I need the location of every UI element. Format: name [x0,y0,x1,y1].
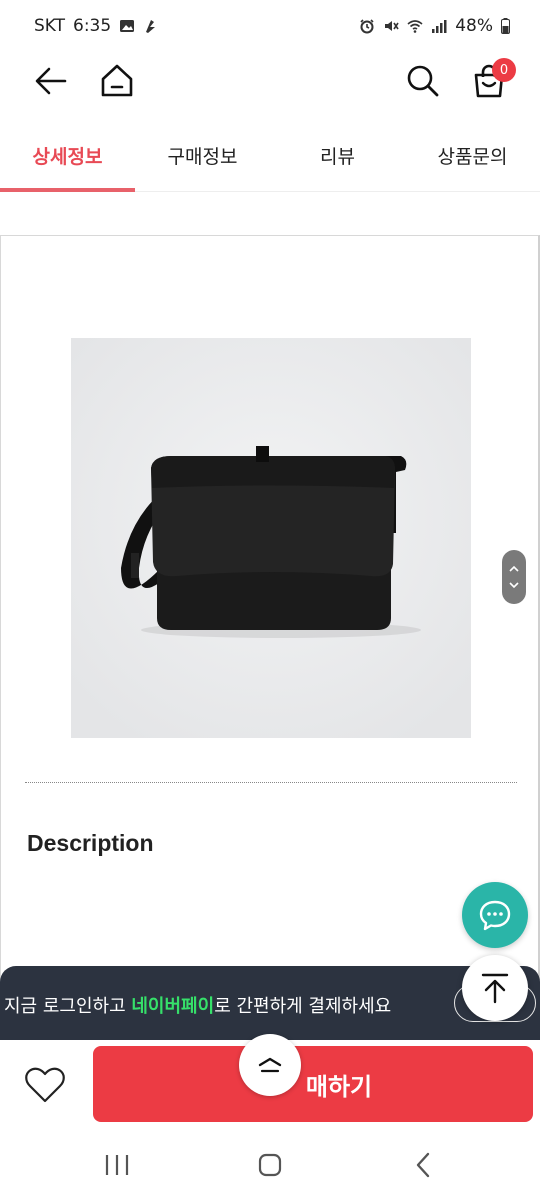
cart-count-badge: 0 [492,58,516,82]
app-notification-icon [146,20,156,33]
system-home-button[interactable] [240,1135,300,1195]
description-heading: Description [27,830,154,856]
product-detail-panel: Description [0,235,540,995]
gallery-notification-icon [120,20,135,32]
wifi-icon [407,20,423,33]
chevron-up-icon [258,1057,282,1073]
banner-text-after: 로 간편하게 결제하세요 [214,996,392,1017]
chat-bubble-icon [479,900,511,931]
arrow-left-icon [35,67,67,95]
section-divider [25,782,517,783]
chevron-down-icon [509,582,519,589]
system-back-button[interactable] [393,1135,453,1195]
alarm-icon [360,19,374,34]
back-button[interactable] [28,58,74,104]
leather-bag-illustration [71,338,471,738]
battery-icon [501,18,510,34]
chat-button[interactable] [462,882,528,948]
recent-apps-icon [105,1155,128,1175]
naver-pay-login-banner[interactable]: 지금 로그인하고 네이버페이로 간편하게 결제하세요 [0,966,540,1040]
chevron-left-icon [417,1152,430,1178]
product-image [71,338,471,738]
status-left: SKT 6:35 [34,16,159,36]
system-nav-bar [0,1130,540,1200]
app-header: 0 [0,52,540,112]
wishlist-button[interactable] [22,1062,68,1108]
status-bar: SKT 6:35 48% [0,0,540,52]
tab-detail-info[interactable]: 상세정보 [0,118,135,192]
banner-text-before: 지금 로그인하고 [4,996,132,1017]
page-scroll-handle[interactable] [502,550,526,604]
banner-highlight: 네이버페이 [131,996,215,1017]
home-circle-icon [258,1153,282,1177]
cart-button[interactable]: 0 [466,58,516,104]
mute-icon [385,21,399,31]
battery-percent: 48% [455,16,493,36]
buy-button-label: 매하기 [305,1072,373,1101]
tab-reviews[interactable]: 리뷰 [270,118,405,192]
arrow-up-bar-icon [481,973,509,1004]
home-button[interactable] [94,58,140,104]
status-right: 48% [359,16,510,36]
scroll-to-top-button[interactable] [462,955,528,1021]
collapse-toggle-button[interactable] [239,1034,301,1096]
search-button[interactable] [400,58,446,104]
buy-button[interactable]: 매하기 [93,1046,533,1122]
chevron-up-icon [509,565,519,572]
product-tabs: 상세정보 구매정보 리뷰 상품문의 [0,118,540,192]
carrier-label: SKT [34,16,66,36]
tab-purchase-info[interactable]: 구매정보 [135,118,270,192]
tab-product-inquiry[interactable]: 상품문의 [405,118,540,192]
signal-icon [432,20,447,33]
status-time: 6:35 [73,16,112,36]
banner-message: 지금 로그인하고 네이버페이로 간편하게 결제하세요 [4,992,391,1018]
heart-icon [25,1067,65,1103]
home-icon [101,64,133,97]
search-icon [407,65,439,97]
recent-apps-button[interactable] [87,1135,147,1195]
